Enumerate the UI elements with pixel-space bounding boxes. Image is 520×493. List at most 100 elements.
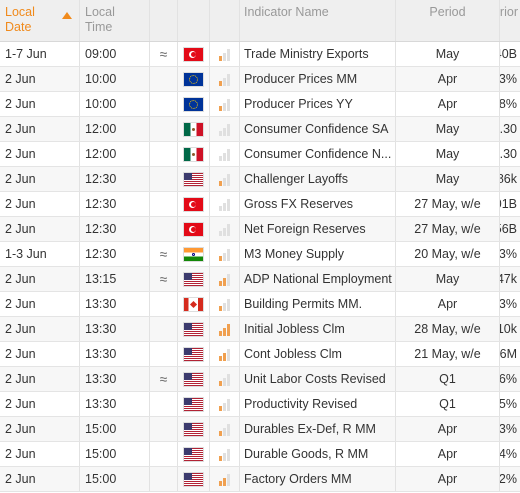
importance-bars-icon bbox=[219, 48, 230, 61]
row-time: 12:00 bbox=[80, 117, 150, 141]
indicator-name[interactable]: Trade Ministry Exports bbox=[240, 42, 396, 66]
indicator-name[interactable]: Cont Jobless Clm bbox=[240, 342, 396, 366]
country-flag-cell bbox=[178, 192, 210, 216]
table-row[interactable]: 2 Jun13:30 ≈ Unit Labor Costs RevisedQ111.… bbox=[0, 367, 520, 392]
country-flag-cell bbox=[178, 242, 210, 266]
table-row[interactable]: 2 Jun12:00 Consumer Confidence SAMay44.30 bbox=[0, 117, 520, 142]
row-time: 15:00 bbox=[80, 417, 150, 441]
table-row[interactable]: 2 Jun13:30 Cont Jobless Clm21 May, w/e1.3… bbox=[0, 342, 520, 367]
indicator-name[interactable]: Building Permits MM. bbox=[240, 292, 396, 316]
importance-bars-icon bbox=[219, 73, 230, 86]
header-indicator-name[interactable]: Indicator Name bbox=[240, 0, 396, 41]
importance-cell bbox=[210, 242, 240, 266]
country-flag-cell bbox=[178, 217, 210, 241]
row-date: 2 Jun bbox=[0, 342, 80, 366]
indicator-name[interactable]: Producer Prices YY bbox=[240, 92, 396, 116]
indicator-name[interactable]: ADP National Employment bbox=[240, 267, 396, 291]
table-row[interactable]: 2 Jun15:00 Factory Orders MMApr2.2% bbox=[0, 467, 520, 492]
row-period: 28 May, w/e bbox=[396, 317, 500, 341]
approx-time-cell bbox=[150, 217, 178, 241]
row-time: 10:00 bbox=[80, 92, 150, 116]
approx-time-cell bbox=[150, 467, 178, 491]
row-period: May bbox=[396, 117, 500, 141]
country-flag-cell bbox=[178, 167, 210, 191]
header-period[interactable]: Period bbox=[396, 0, 500, 41]
row-date: 2 Jun bbox=[0, 467, 80, 491]
country-flag-cell bbox=[178, 67, 210, 91]
economic-calendar-table: Local Date Local Time Indicator Name Per… bbox=[0, 0, 520, 492]
table-row[interactable]: 2 Jun13:30 Productivity RevisedQ1-7.5% bbox=[0, 392, 520, 417]
indicator-name[interactable]: Durable Goods, R MM bbox=[240, 442, 396, 466]
header-local-time[interactable]: Local Time bbox=[80, 0, 150, 41]
importance-bars-icon bbox=[219, 173, 230, 186]
us-flag-icon bbox=[184, 472, 203, 486]
importance-cell bbox=[210, 392, 240, 416]
row-time: 15:00 bbox=[80, 467, 150, 491]
indicator-name[interactable]: Productivity Revised bbox=[240, 392, 396, 416]
row-period: 20 May, w/e bbox=[396, 242, 500, 266]
row-prior: 24.286k bbox=[500, 172, 517, 186]
indicator-name[interactable]: Producer Prices MM bbox=[240, 67, 396, 91]
row-date: 2 Jun bbox=[0, 267, 80, 291]
row-time: 13:30 bbox=[80, 317, 150, 341]
indicator-name[interactable]: M3 Money Supply bbox=[240, 242, 396, 266]
indicator-name[interactable]: Unit Labor Costs Revised bbox=[240, 367, 396, 391]
table-row[interactable]: 2 Jun 12:30 Net Foreign Reserves 27 May, w/… bbox=[0, 217, 520, 242]
row-period: 27 May, w/e bbox=[396, 192, 500, 216]
eu-flag-icon bbox=[184, 72, 203, 86]
importance-cell bbox=[210, 367, 240, 391]
row-prior: 5.3% bbox=[500, 72, 517, 86]
approx-time-icon: ≈ bbox=[159, 271, 168, 287]
country-flag-cell bbox=[178, 367, 210, 391]
row-time: 12:00 bbox=[80, 142, 150, 166]
table-row[interactable]: 2 Jun10:00 Producer Prices MMApr5.3% bbox=[0, 67, 520, 92]
importance-bars-icon bbox=[219, 373, 230, 386]
indicator-name[interactable]: Consumer Confidence SA bbox=[240, 117, 396, 141]
india-flag-icon bbox=[184, 247, 203, 261]
table-row[interactable]: 2 Jun13:30 Building Permits MM.Apr-9.3% bbox=[0, 292, 520, 317]
indicator-name[interactable]: Gross FX Reserves bbox=[240, 192, 396, 216]
table-row[interactable]: 2 Jun12:30 Challenger LayoffsMay24.286k bbox=[0, 167, 520, 192]
indicator-name[interactable]: Consumer Confidence N... bbox=[240, 142, 396, 166]
table-row[interactable]: 2 Jun13:15 ≈ ADP National EmploymentMay247… bbox=[0, 267, 520, 292]
table-header: Local Date Local Time Indicator Name Per… bbox=[0, 0, 520, 42]
table-row[interactable]: 2 Jun10:00 Producer Prices YYApr36.8% bbox=[0, 92, 520, 117]
table-row[interactable]: 1-7 Jun09:00 ≈ Trade Ministry ExportsMay23… bbox=[0, 42, 520, 67]
indicator-name[interactable]: Initial Jobless Clm bbox=[240, 317, 396, 341]
row-prior: 2.2% bbox=[500, 472, 517, 486]
indicator-name[interactable]: Net Foreign Reserves bbox=[240, 217, 396, 241]
indicator-name[interactable]: Factory Orders MM bbox=[240, 467, 396, 491]
table-row[interactable]: 2 Jun 13:30 Initial Jobless Clm 28 May, w/e… bbox=[0, 317, 520, 342]
table-row[interactable]: 2 Jun15:00 Durables Ex-Def, R MMApr0.3% bbox=[0, 417, 520, 442]
turkey-flag-icon bbox=[184, 197, 203, 211]
importance-bars-icon bbox=[219, 98, 230, 111]
importance-cell bbox=[210, 417, 240, 441]
header-local-date[interactable]: Local Date bbox=[0, 0, 80, 41]
row-time: 13:30 bbox=[80, 292, 150, 316]
row-date: 2 Jun bbox=[0, 392, 80, 416]
row-prior: -9.3% bbox=[500, 297, 517, 311]
row-time: 15:00 bbox=[80, 442, 150, 466]
table-row[interactable]: 2 Jun12:30 Gross FX Reserves27 May, w/e60… bbox=[0, 192, 520, 217]
importance-bars-icon bbox=[219, 273, 230, 286]
country-flag-cell bbox=[178, 42, 210, 66]
table-row[interactable]: 2 Jun15:00 Durable Goods, R MMApr0.4% bbox=[0, 442, 520, 467]
turkey-flag-icon bbox=[184, 47, 203, 61]
table-row[interactable]: 2 Jun12:00 Consumer Confidence N...May44.… bbox=[0, 142, 520, 167]
indicator-name[interactable]: Durables Ex-Def, R MM bbox=[240, 417, 396, 441]
approx-time-cell: ≈ bbox=[150, 367, 178, 391]
table-row[interactable]: 1-3 Jun12:30 ≈ M3 Money Supply20 May, w/e9… bbox=[0, 242, 520, 267]
row-date: 1-7 Jun bbox=[0, 42, 80, 66]
sort-ascending-icon[interactable] bbox=[62, 12, 72, 19]
importance-cell bbox=[210, 167, 240, 191]
importance-cell bbox=[210, 142, 240, 166]
header-importance-column bbox=[210, 0, 240, 41]
indicator-name[interactable]: Challenger Layoffs bbox=[240, 167, 396, 191]
header-prior[interactable]: Prior bbox=[500, 0, 520, 41]
row-date: 2 Jun bbox=[0, 192, 80, 216]
importance-bars-icon bbox=[219, 223, 230, 236]
us-flag-icon bbox=[184, 372, 203, 386]
row-prior: -7.5% bbox=[500, 397, 517, 411]
us-flag-icon bbox=[184, 322, 203, 336]
header-indicator-name-label: Indicator Name bbox=[244, 5, 329, 19]
